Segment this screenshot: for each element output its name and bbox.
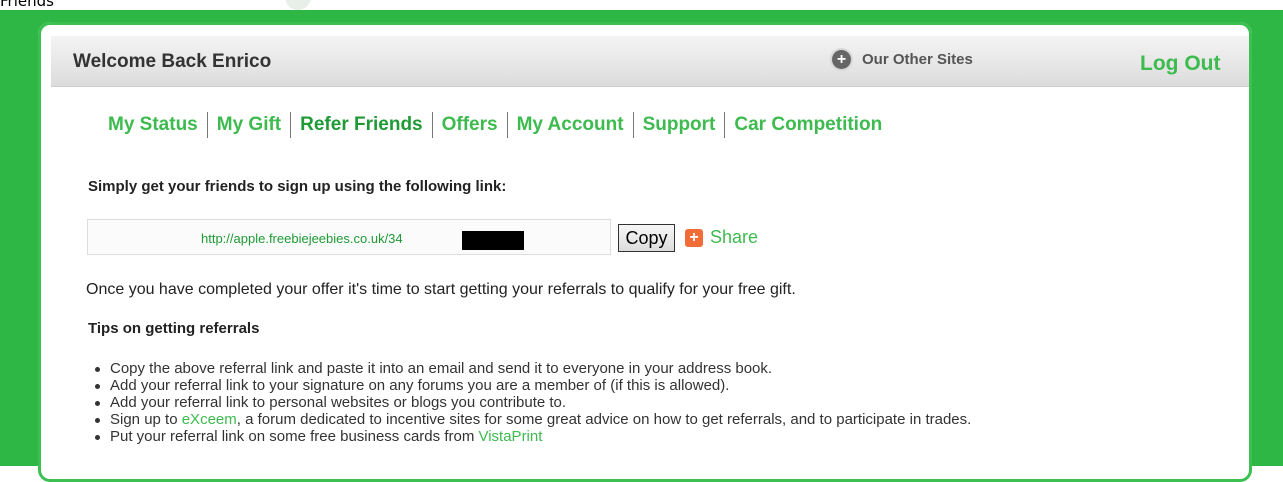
nav-my-gift[interactable]: My Gift [217,114,281,136]
share-plus-icon: + [685,228,703,247]
share-button[interactable]: + Share [685,227,758,248]
referral-instruction: Simply get your friends to sign up using… [88,178,507,195]
nav-separator [290,112,292,138]
tips-heading: Tips on getting referrals [88,320,260,337]
tip-text: Add your referral link to your signature… [110,377,730,394]
nav-my-status[interactable]: My Status [108,114,198,136]
nav-separator [632,112,634,138]
nav-car-competition[interactable]: Car Competition [734,114,882,136]
other-sites-label: Our Other Sites [862,51,973,68]
nav-refer-friends[interactable]: Refer Friends [300,114,422,136]
welcome-message: Welcome Back Enrico [73,51,272,72]
nav-separator [431,112,433,138]
nav-my-account[interactable]: My Account [517,114,624,136]
tip-item: Put your referral link on some free busi… [90,428,971,445]
tip-text-post: , a forum dedicated to incentive sites f… [236,411,972,428]
logout-link[interactable]: Log Out [1140,52,1220,76]
nav-separator [724,112,726,138]
header-tab-knob [285,0,311,10]
exceem-link[interactable]: eXceem [182,411,237,428]
vistaprint-link[interactable]: VistaPrint [478,428,542,445]
plus-circle-icon: + [832,50,851,69]
tip-item: Add your referral link to personal websi… [90,394,971,411]
breadcrumb: Friends [0,0,54,10]
nav-separator [206,112,208,138]
tip-text-pre: Sign up to [110,411,182,428]
tip-item: Sign up to eXceem, a forum dedicated to … [90,411,971,428]
nav-separator [506,112,508,138]
top-strip: Friends [0,0,1283,10]
referral-link-text[interactable]: http://apple.freebiejeebies.co.uk/34 [201,231,403,246]
tips-list: Copy the above referral link and paste i… [90,360,971,445]
offer-complete-text: Once you have completed your offer it's … [86,281,796,298]
share-label: Share [710,227,759,247]
tip-item: Copy the above referral link and paste i… [90,360,971,377]
tip-item: Add your referral link to your signature… [90,377,971,394]
nav-offers[interactable]: Offers [442,114,498,136]
tip-text: Copy the above referral link and paste i… [110,360,773,377]
tip-text-pre: Put your referral link on some free busi… [110,428,479,445]
nav-support[interactable]: Support [643,114,716,136]
redaction-bar [462,231,524,250]
tip-text: Add your referral link to personal websi… [110,394,567,411]
other-sites-button[interactable]: + Our Other Sites [832,50,973,69]
main-nav: My Status My Gift Refer Friends Offers M… [108,112,882,138]
copy-button[interactable]: Copy [618,224,675,252]
